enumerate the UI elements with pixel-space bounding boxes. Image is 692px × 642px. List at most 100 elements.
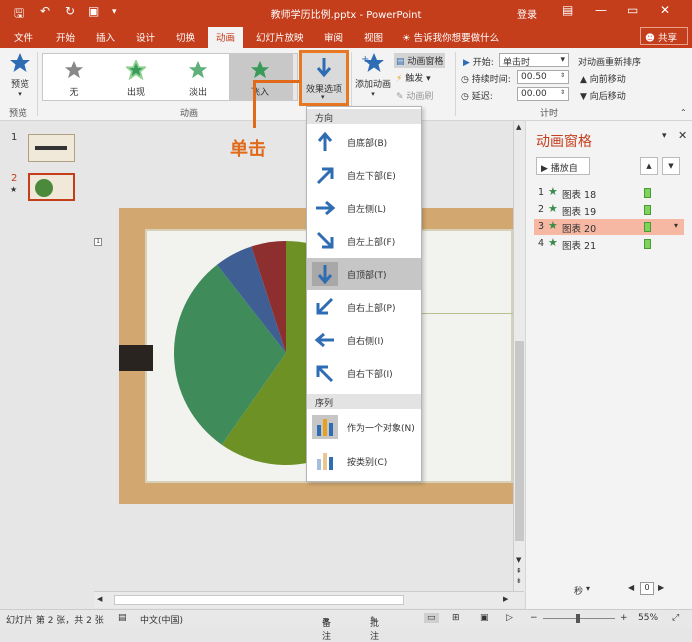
collapse-ribbon-icon[interactable]: ⌃	[680, 108, 687, 117]
tab-home[interactable]: 开始	[56, 30, 75, 44]
menu-header-direction: 方向	[307, 109, 421, 124]
login-link[interactable]: 登录	[517, 6, 537, 21]
tab-review[interactable]: 审阅	[324, 30, 343, 44]
animation-none[interactable]: 无	[43, 54, 105, 100]
tab-animations[interactable]: 动画	[208, 27, 244, 48]
vertical-scrollbar[interactable]: ▲ ▼ ⇞ ⇟	[513, 121, 525, 591]
share-button[interactable]: ☻ 共享	[640, 27, 688, 45]
entrance-star-icon: ★	[548, 219, 558, 232]
slide-sorter-icon[interactable]: ⊞	[452, 613, 460, 623]
tab-design[interactable]: 设计	[136, 30, 155, 44]
move-down-button[interactable]: ▼	[662, 157, 680, 175]
start-select[interactable]: 单击时 ▾	[499, 53, 569, 68]
zoom-level[interactable]: 55%	[638, 613, 658, 623]
menu-item-direction[interactable]: 自左侧(L)	[307, 192, 421, 224]
zoom-out-icon[interactable]: −	[530, 613, 538, 623]
animation-list-item[interactable]: 1 ★ 图表 18	[534, 185, 684, 201]
animation-pane-button[interactable]: ▤ 动画窗格	[394, 53, 446, 68]
zoom-out-timeline-icon[interactable]: ◀	[628, 583, 634, 592]
triangle-down-icon: ▼	[580, 92, 587, 102]
pane-options-icon[interactable]: ▾	[662, 131, 667, 141]
menu-item-direction[interactable]: 自右上部(P)	[307, 291, 421, 323]
trigger-button[interactable]: ⚡ 触发 ▾	[396, 71, 431, 84]
ribbon-display-options-icon[interactable]: ▤	[562, 3, 573, 17]
menu-item-one-object[interactable]: 作为一个对象(N)	[307, 411, 421, 443]
play-icon: ▶	[463, 58, 470, 68]
tab-file[interactable]: 文件	[14, 30, 33, 44]
chevron-down-icon[interactable]: ▾	[586, 584, 590, 593]
move-later-button[interactable]: ▼ 向后移动	[580, 89, 626, 102]
tab-transitions[interactable]: 切换	[176, 30, 195, 44]
start-value: 单击时	[503, 58, 531, 68]
zoom-in-icon[interactable]: +	[620, 613, 628, 623]
thumbnail-slide-1[interactable]	[28, 134, 75, 162]
hscroll-thumb[interactable]	[114, 595, 404, 605]
timeline-zoom-value[interactable]: 0	[640, 582, 654, 595]
tab-slideshow[interactable]: 幻灯片放映	[256, 30, 304, 44]
move-up-button[interactable]: ▲	[640, 157, 658, 175]
scroll-down-icon[interactable]: ▼	[516, 556, 521, 564]
gallery-scroll[interactable]	[292, 53, 298, 101]
tell-me-box[interactable]: ☀ 告诉我你想要做什么	[402, 30, 499, 44]
divider	[37, 52, 38, 116]
thumbnail-slide-2[interactable]	[28, 173, 75, 201]
restore-button[interactable]: ▭	[627, 3, 638, 17]
minimize-button[interactable]: —	[595, 3, 607, 17]
normal-view-icon[interactable]: ▭	[424, 613, 439, 623]
animation-list-item[interactable]: 3 ★ 图表 20 ▾	[534, 219, 684, 235]
timing-bar	[644, 222, 651, 232]
scroll-right-icon[interactable]: ▶	[503, 595, 508, 603]
animation-fade[interactable]: 淡出	[167, 54, 229, 100]
slideshow-icon[interactable]: ▷	[506, 613, 513, 623]
zoom-in-timeline-icon[interactable]: ▶	[658, 583, 664, 592]
duration-input[interactable]: 00.50 ⇕	[517, 70, 569, 84]
close-pane-icon[interactable]: ✕	[678, 129, 687, 142]
group-label-animation: 动画	[180, 109, 199, 119]
svg-text:+: +	[361, 54, 369, 65]
animation-painter-button[interactable]: ✎ 动画刷	[396, 89, 433, 102]
animation-appear[interactable]: 出现	[105, 54, 167, 100]
reading-view-icon[interactable]: ▣	[480, 613, 489, 623]
animation-tag[interactable]: 1	[94, 238, 102, 246]
menu-item-direction[interactable]: 自右侧(I)	[307, 324, 421, 356]
group-label-preview: 预览	[9, 109, 28, 119]
menu-item-direction[interactable]: 自顶部(T)	[307, 258, 421, 290]
menu-item-direction[interactable]: 自左上部(F)	[307, 225, 421, 257]
one-object-icon	[312, 415, 338, 439]
lightbulb-icon: ☀	[402, 33, 411, 44]
animation-list-item[interactable]: 2 ★ 图表 19	[534, 202, 684, 218]
tab-insert[interactable]: 插入	[96, 30, 115, 44]
fit-to-window-icon[interactable]: ⤢	[672, 613, 679, 623]
animation-list-item[interactable]: 4 ★ 图表 21	[534, 236, 684, 252]
spell-check-icon[interactable]: ▤	[118, 613, 127, 623]
next-slide-icon[interactable]: ⇟	[516, 577, 522, 585]
language-indicator[interactable]: 中文(中国)	[140, 613, 183, 626]
spinner-icon[interactable]: ⇕	[560, 89, 565, 96]
effect-options-menu: 方向 自底部(B) 自左下部(E) 自左侧(L) 自左上部(F) 自顶部(T) 自右上部(…	[306, 106, 422, 482]
menu-item-direction[interactable]: 自右下部(I)	[307, 357, 421, 389]
animation-fly-in[interactable]: 飞入	[229, 54, 291, 100]
preview-button[interactable]: 预览 ▾	[6, 52, 34, 102]
scroll-thumb[interactable]	[515, 341, 524, 541]
horizontal-scrollbar[interactable]: ◀ ▶	[94, 591, 524, 608]
spinner-icon[interactable]: ⇕	[560, 72, 565, 79]
item-number: 2	[538, 204, 545, 215]
delay-input[interactable]: 00.00 ⇕	[517, 87, 569, 101]
comments-label: 批注	[370, 619, 380, 642]
scroll-up-icon[interactable]: ▲	[516, 123, 521, 131]
play-from-button[interactable]: ▶ 播放自	[536, 157, 590, 175]
menu-item-direction[interactable]: 自左下部(E)	[307, 159, 421, 191]
scroll-left-icon[interactable]: ◀	[97, 595, 102, 603]
effect-options-button[interactable]: 效果选项 ▾	[299, 50, 349, 106]
chevron-down-icon[interactable]: ▾	[674, 221, 678, 230]
move-earlier-button[interactable]: ▲ 向前移动	[580, 72, 626, 85]
menu-item-by-category[interactable]: 按类别(C)	[307, 445, 421, 477]
add-animation-button[interactable]: + 添加动画 ▾	[354, 52, 392, 102]
tab-view[interactable]: 视图	[364, 30, 383, 44]
menu-item-direction[interactable]: 自底部(B)	[307, 126, 421, 158]
previous-slide-icon[interactable]: ⇞	[516, 567, 522, 575]
close-button[interactable]: ✕	[660, 3, 670, 17]
ribbon-tabs: 文件 开始 插入 设计 切换 动画 幻灯片放映 审阅 视图 ☀ 告诉我你想要做什…	[0, 24, 692, 48]
zoom-slider-thumb[interactable]	[576, 614, 580, 623]
fly-in-star-icon	[250, 60, 270, 79]
